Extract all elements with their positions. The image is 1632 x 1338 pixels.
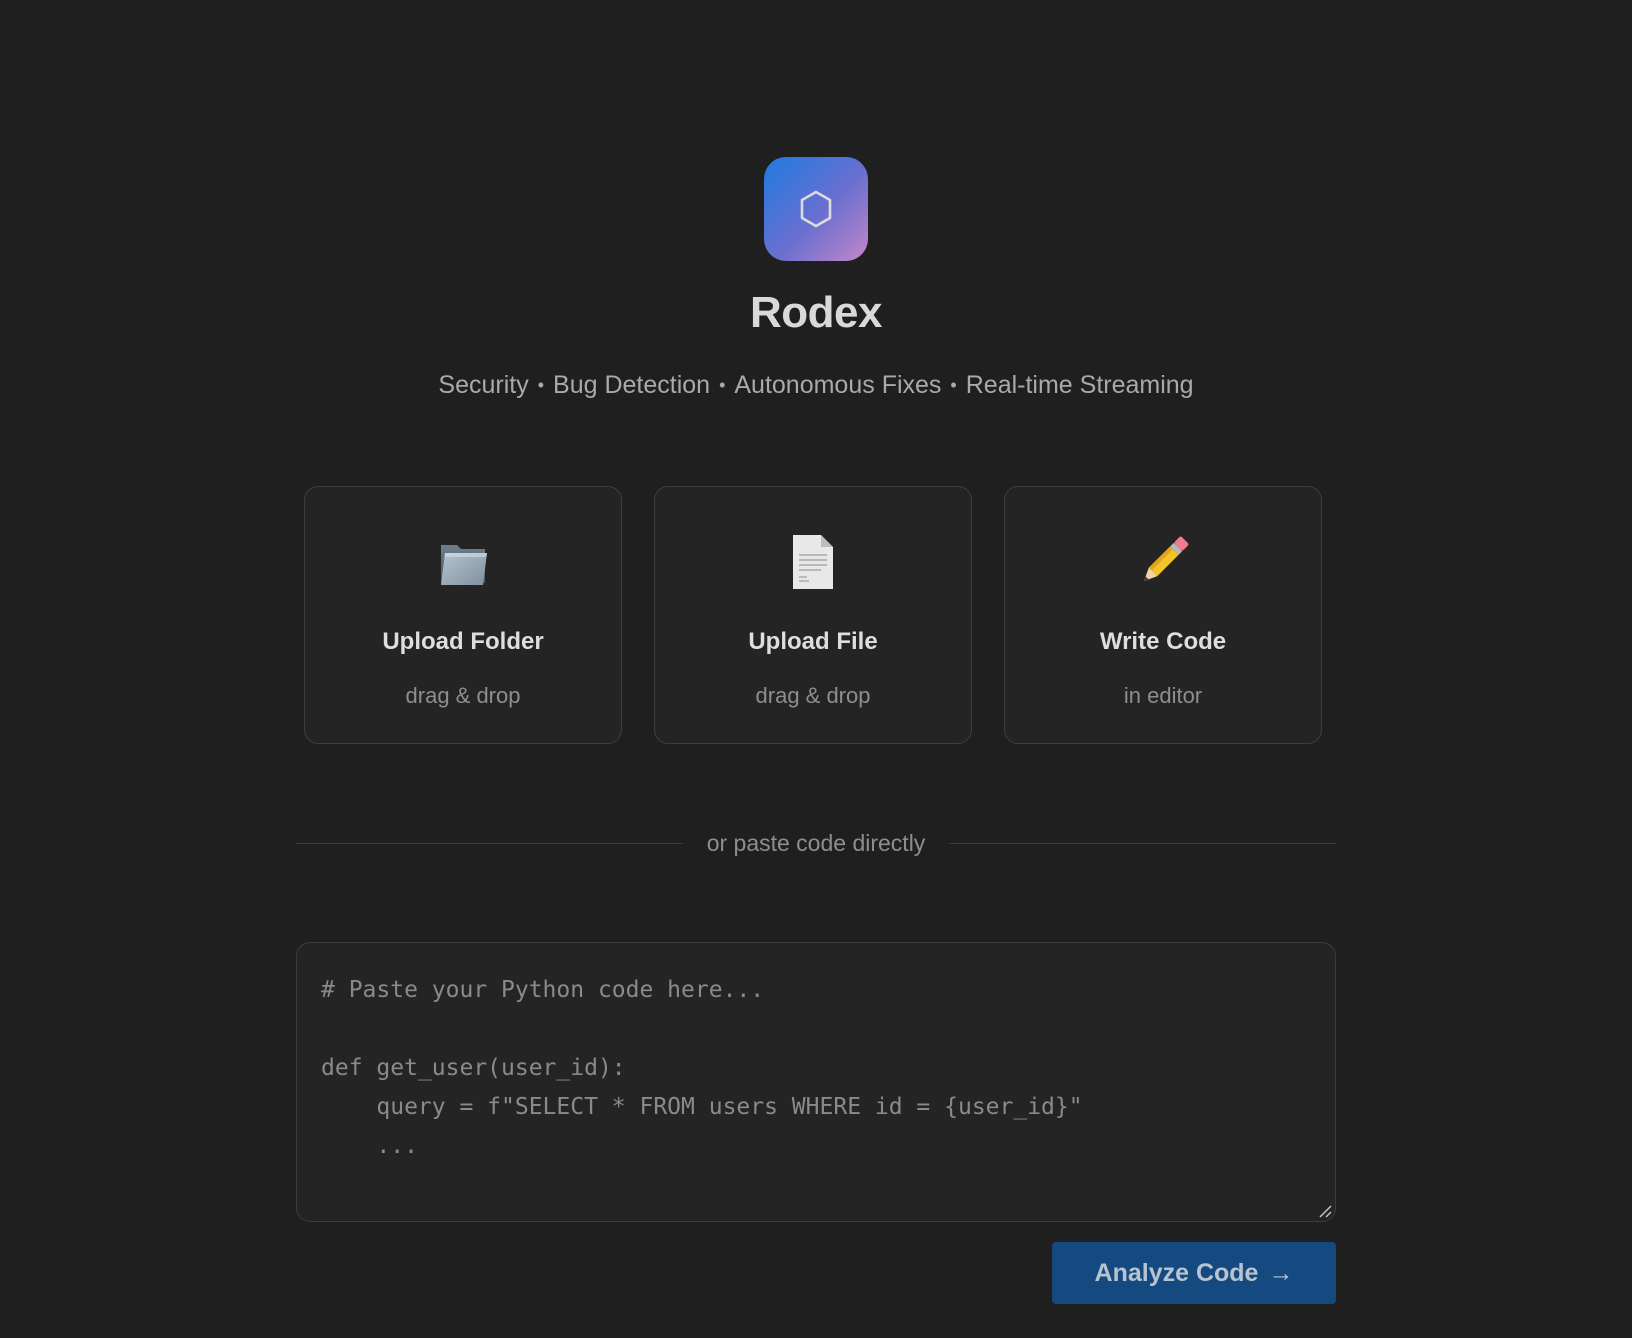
feature-realtime-streaming: Real-time Streaming [965,371,1194,399]
upload-file-card[interactable]: Upload File drag & drop [654,486,972,744]
upload-file-hint: drag & drop [755,683,871,708]
separator-dot: • [537,375,545,395]
app-logo [764,157,868,261]
arrow-right-icon: → [1268,1258,1294,1287]
file-icon [655,533,971,591]
code-input[interactable]: # Paste your Python code here... def get… [296,942,1336,1222]
write-code-hint: in editor [1123,683,1203,708]
upload-folder-card[interactable]: Upload Folder drag & drop [304,486,622,744]
separator-dot: • [719,375,726,395]
divider-text: or paste code directly [706,830,926,856]
hexagon-icon [800,190,832,228]
resize-handle-icon[interactable] [1318,1204,1332,1218]
app-title: Rodex [750,288,882,337]
separator-dot: • [950,375,957,395]
divider-line-left [296,842,683,845]
upload-folder-label: Upload Folder [382,628,544,655]
analyze-code-button[interactable]: Analyze Code → [1052,1242,1336,1304]
pencil-icon [1005,533,1321,591]
paste-divider: or paste code directly [296,830,1336,857]
write-code-card[interactable]: Write Code in editor [1004,486,1322,744]
write-code-label: Write Code [1099,628,1227,655]
divider-line-right [949,842,1336,845]
feature-tagline: Security • Bug Detection • Autonomous Fixes •… [0,371,1632,400]
upload-folder-hint: drag & drop [405,683,521,708]
upload-file-label: Upload File [748,628,878,655]
folder-icon [305,533,621,589]
input-options: Upload Folder drag & drop Upload File dr… [304,486,1322,744]
feature-security: Security [438,371,529,399]
app-root: Rodex Security • Bug Detection • Autonomous … [0,0,1632,1338]
feature-bug-detection: Bug Detection [553,371,711,399]
analyze-code-label: Analyze Code [1094,1258,1259,1287]
feature-autonomous-fixes: Autonomous Fixes [734,371,942,399]
